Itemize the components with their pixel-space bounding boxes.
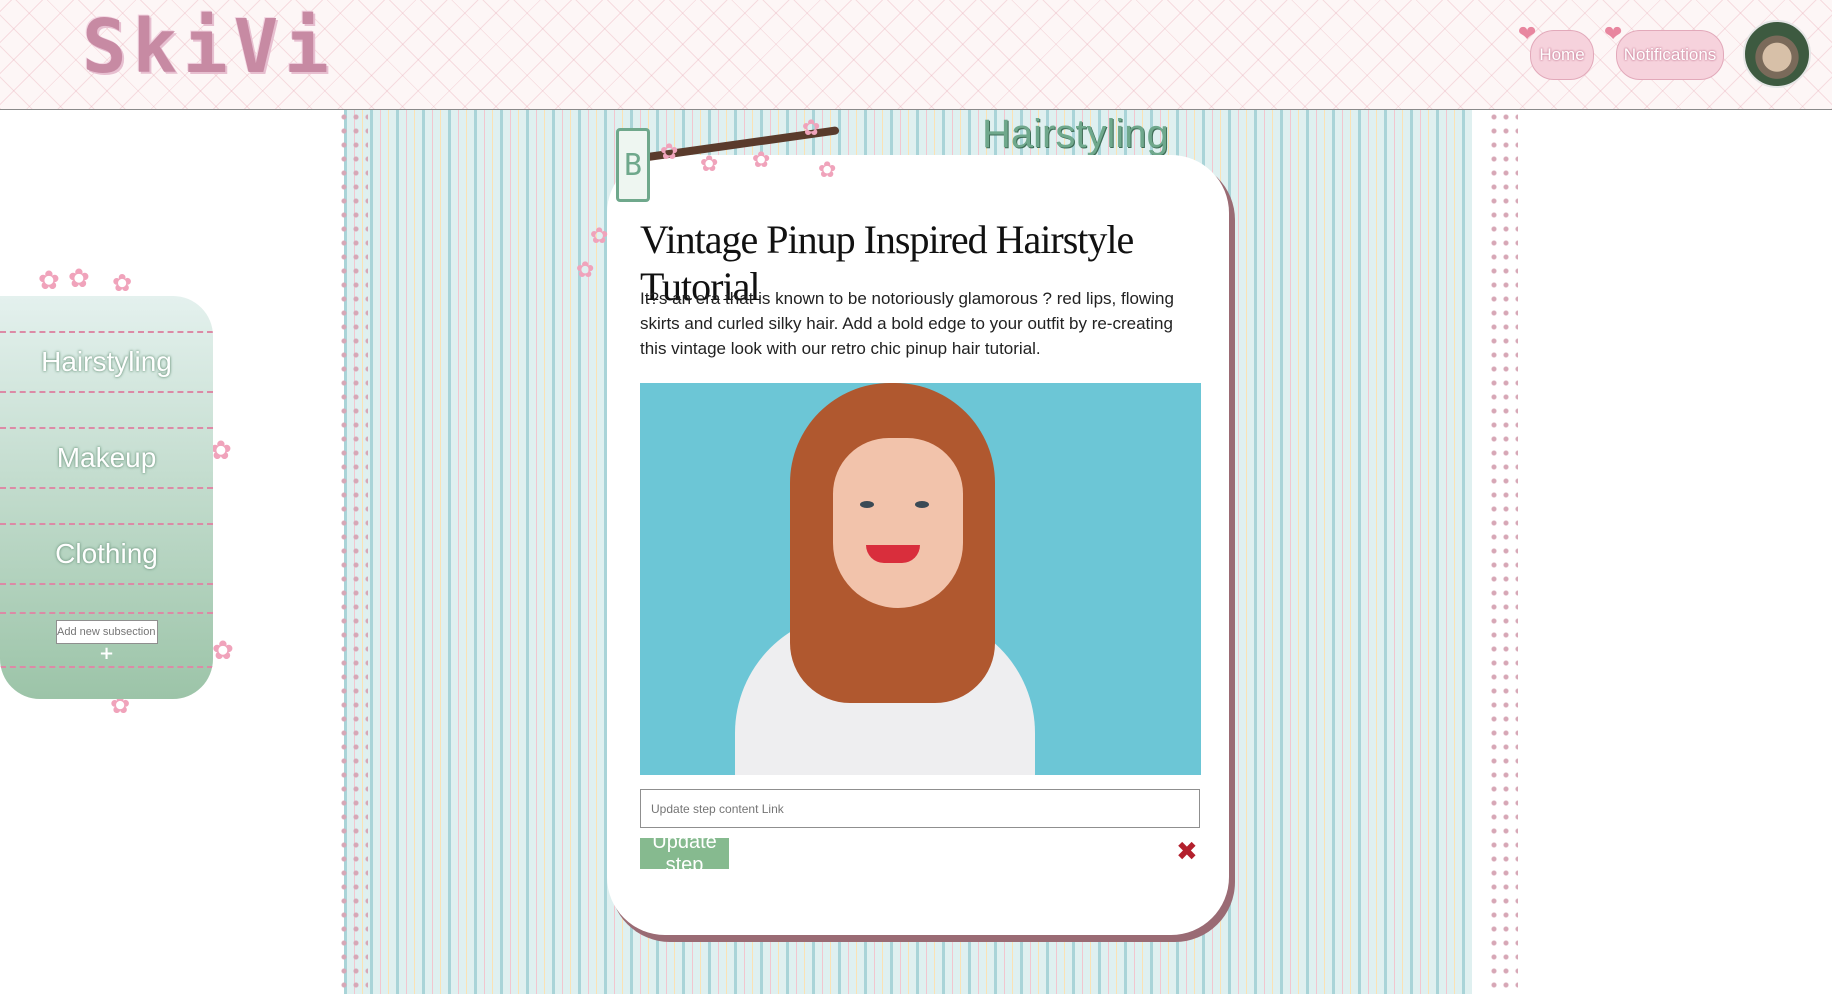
sidebar-item-hairstyling[interactable]: Hairstyling (0, 331, 213, 393)
blossom-icon: ✿ (210, 436, 232, 466)
blossom-icon: ✿ (802, 116, 821, 141)
site-logo[interactable]: SkiVi (82, 4, 335, 90)
sidebar-item-makeup[interactable]: Makeup (0, 427, 213, 489)
plus-icon[interactable]: + (99, 645, 114, 663)
update-step-button[interactable]: Update step (640, 831, 729, 876)
user-avatar[interactable] (1743, 20, 1811, 88)
blossom-icon: ✿ (212, 636, 234, 666)
divider (0, 612, 213, 614)
bookmark-icon[interactable]: B (616, 128, 650, 202)
blossom-icon: ✿ (112, 269, 133, 297)
blossom-icon: ✿ (38, 266, 60, 296)
blossom-icon: ✿ (660, 140, 679, 165)
top-header: SkiVi ❤ Home ❤ Notifications (0, 0, 1832, 110)
photo-eye (860, 501, 874, 508)
step-content-input[interactable] (640, 789, 1200, 828)
blossom-icon: ✿ (590, 224, 609, 249)
close-icon[interactable]: ✖ (1176, 839, 1198, 865)
post-description: It?s an era that is known to be notoriou… (640, 289, 1174, 358)
sidebar-item-clothing[interactable]: Clothing (0, 523, 213, 585)
nav-home-button[interactable]: Home (1530, 30, 1594, 80)
lace-border-left (338, 110, 368, 994)
section-title: Hairstyling (982, 112, 1169, 156)
add-subsection-input[interactable] (56, 620, 158, 644)
lace-border-right (1488, 110, 1518, 994)
blossom-icon: ✿ (752, 148, 771, 173)
blossom-icon: ✿ (68, 264, 90, 294)
nav-notifications-button[interactable]: Notifications (1616, 30, 1724, 80)
blossom-icon: ✿ (818, 158, 837, 183)
post-image (640, 383, 1201, 775)
divider (0, 666, 213, 668)
blossom-icon: ✿ (700, 152, 719, 177)
photo-eye (915, 501, 929, 508)
sidebar: Hairstyling Makeup Clothing + (0, 296, 213, 699)
blossom-icon: ✿ (576, 258, 595, 283)
photo-face (833, 438, 963, 608)
